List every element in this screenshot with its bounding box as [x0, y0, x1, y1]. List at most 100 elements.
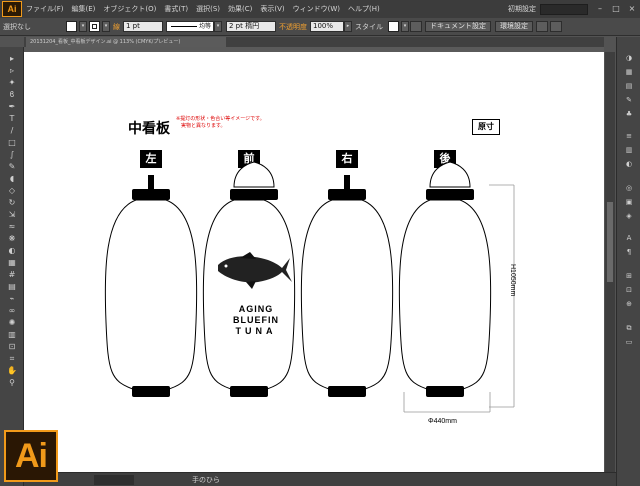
- tools-panel: ▸ ▹ ✦ ϐ ✒ T / □ ∫ ✎ ◖ ◇ ↻ ⇲ ≈ ❋ ◐ ▦ # ▤ …: [0, 47, 24, 486]
- graph-tool-icon[interactable]: ▥: [4, 329, 20, 340]
- line-tool-icon[interactable]: /: [4, 125, 20, 136]
- menu-type[interactable]: 書式(T): [160, 4, 192, 14]
- maximize-icon[interactable]: □: [610, 4, 622, 14]
- slice-tool-icon[interactable]: ⌗: [4, 353, 20, 364]
- style-dropdown[interactable]: ▾: [401, 21, 409, 32]
- symbols-icon[interactable]: ♣: [622, 109, 636, 119]
- menu-file[interactable]: ファイル(F): [22, 4, 68, 14]
- menu-effect[interactable]: 効果(C): [224, 4, 256, 14]
- height-dimension-label: H1050mm: [509, 264, 516, 297]
- character-icon[interactable]: A: [622, 233, 636, 243]
- shape-builder-icon[interactable]: ◐: [4, 245, 20, 256]
- eyedropper-icon[interactable]: ⌁: [4, 293, 20, 304]
- lantern-text-aging: AGING: [239, 304, 274, 314]
- stroke-profile[interactable]: 均等: [166, 21, 214, 32]
- transform-icon[interactable]: ⊡: [622, 285, 636, 295]
- stroke-dropdown[interactable]: ▾: [102, 21, 110, 32]
- lantern-back: [398, 161, 492, 397]
- style-swatch[interactable]: [388, 21, 399, 32]
- blend-icon[interactable]: ∞: [4, 305, 20, 316]
- stroke-weight-field[interactable]: 1 pt: [123, 21, 163, 32]
- menu-icon[interactable]: [550, 21, 562, 32]
- pen-tool-icon[interactable]: ✒: [4, 101, 20, 112]
- color-panel-icon[interactable]: ◑: [622, 53, 636, 63]
- direct-selection-tool-icon[interactable]: ▹: [4, 65, 20, 76]
- blob-brush-icon[interactable]: ◖: [4, 173, 20, 184]
- align-icon[interactable]: ⊞: [622, 271, 636, 281]
- rectangle-tool-icon[interactable]: □: [4, 137, 20, 148]
- opacity-dropdown[interactable]: ▸: [344, 21, 352, 32]
- width-dimension-label: Φ440mm: [428, 418, 457, 425]
- artboard-tool-icon[interactable]: ⊡: [4, 341, 20, 352]
- pencil-icon[interactable]: ✎: [4, 161, 20, 172]
- width-tool-icon[interactable]: ≈: [4, 221, 20, 232]
- gradient-icon[interactable]: ▤: [4, 281, 20, 292]
- scroll-thumb[interactable]: [607, 202, 613, 282]
- gradient-panel-icon[interactable]: ▥: [622, 145, 636, 155]
- canvas[interactable]: 中看板 ※提灯の形状・色合い等イメージです。 実物と異なります。 原寸 左 前 …: [24, 47, 604, 472]
- document-tab-row: 20131204_看板_中看板デザイン.ai @ 113% (CMYK/プレビュ…: [24, 37, 604, 47]
- lantern-text-tuna: TUNA: [236, 326, 277, 336]
- opacity-field[interactable]: 100%: [310, 21, 344, 32]
- transparency-icon[interactable]: ◐: [622, 159, 636, 169]
- rotate-icon[interactable]: ↻: [4, 197, 20, 208]
- stroke-panel-icon[interactable]: ≡: [622, 131, 636, 141]
- selection-tool-icon[interactable]: ▸: [4, 53, 20, 64]
- app-logo: Ai: [2, 1, 22, 17]
- perspective-icon[interactable]: ▦: [4, 257, 20, 268]
- illustrator-logo: Ai: [4, 430, 58, 482]
- brush-field[interactable]: 2 pt 楕円: [226, 21, 276, 32]
- menu-edit[interactable]: 編集(E): [68, 4, 100, 14]
- minimize-icon[interactable]: –: [594, 4, 606, 14]
- fill-swatch[interactable]: [66, 21, 77, 32]
- graphic-styles-icon[interactable]: ▣: [622, 197, 636, 207]
- menu-help[interactable]: ヘルプ(H): [344, 4, 384, 14]
- symbol-sprayer-icon[interactable]: ✺: [4, 317, 20, 328]
- doc-setup-button[interactable]: ドキュメント設定: [425, 21, 491, 32]
- menu-object[interactable]: オブジェクト(O): [99, 4, 160, 14]
- opacity-label[interactable]: 不透明度: [279, 22, 307, 32]
- paragraph-icon[interactable]: ¶: [622, 247, 636, 257]
- appearance-icon[interactable]: ◎: [622, 183, 636, 193]
- warp-icon[interactable]: ❋: [4, 233, 20, 244]
- color-guide-icon[interactable]: ▦: [622, 67, 636, 77]
- status-tool-label: 手のひら: [192, 475, 220, 484]
- preferences-button[interactable]: 環境設定: [495, 21, 533, 32]
- selection-status: 選択なし: [3, 22, 31, 31]
- vertical-scrollbar[interactable]: [605, 52, 615, 472]
- lantern-text-bluefin: BLUEFIN: [233, 315, 279, 325]
- stroke-swatch[interactable]: [89, 21, 100, 32]
- lantern-artwork: AGING BLUEFIN TUNA: [104, 161, 515, 413]
- paintbrush-icon[interactable]: ∫: [4, 149, 20, 160]
- hand-tool-icon[interactable]: ✋: [4, 365, 20, 376]
- artboards-icon[interactable]: ▭: [622, 337, 636, 347]
- brushes-icon[interactable]: ✎: [622, 95, 636, 105]
- scale-icon[interactable]: ⇲: [4, 209, 20, 220]
- arrange-icon[interactable]: [536, 21, 548, 32]
- stroke-label[interactable]: 線: [113, 22, 120, 32]
- pathfinder-icon[interactable]: ⊕: [622, 299, 636, 309]
- document-tab[interactable]: 20131204_看板_中看板デザイン.ai @ 113% (CMYK/プレビュ…: [26, 37, 226, 47]
- menu-window[interactable]: ウィンドウ(W): [289, 4, 344, 14]
- menu-view[interactable]: 表示(V): [256, 4, 288, 14]
- search-field[interactable]: [540, 3, 588, 15]
- fill-dropdown[interactable]: ▾: [79, 21, 87, 32]
- links-icon[interactable]: ⧉: [622, 323, 636, 333]
- magic-wand-icon[interactable]: ✦: [4, 77, 20, 88]
- layers-icon[interactable]: ◈: [622, 211, 636, 221]
- artboard[interactable]: 中看板 ※提灯の形状・色合い等イメージです。 実物と異なります。 原寸 左 前 …: [24, 52, 604, 472]
- artboard-navigator[interactable]: [94, 474, 134, 485]
- lantern-right: [300, 175, 394, 397]
- swatches-icon[interactable]: ▤: [622, 81, 636, 91]
- lasso-icon[interactable]: ϐ: [4, 89, 20, 100]
- close-icon[interactable]: ×: [626, 4, 638, 14]
- zoom-tool-icon[interactable]: ⚲: [4, 377, 20, 388]
- workspace-switcher[interactable]: 初期設定: [508, 4, 536, 14]
- menu-select[interactable]: 選択(S): [192, 4, 224, 14]
- doc-icon[interactable]: [410, 21, 422, 32]
- eraser-icon[interactable]: ◇: [4, 185, 20, 196]
- type-tool-icon[interactable]: T: [4, 113, 20, 124]
- stroke-profile-dropdown[interactable]: ▾: [214, 21, 222, 32]
- menu-bar: Ai ファイル(F) 編集(E) オブジェクト(O) 書式(T) 選択(S) 効…: [0, 0, 640, 18]
- mesh-icon[interactable]: #: [4, 269, 20, 280]
